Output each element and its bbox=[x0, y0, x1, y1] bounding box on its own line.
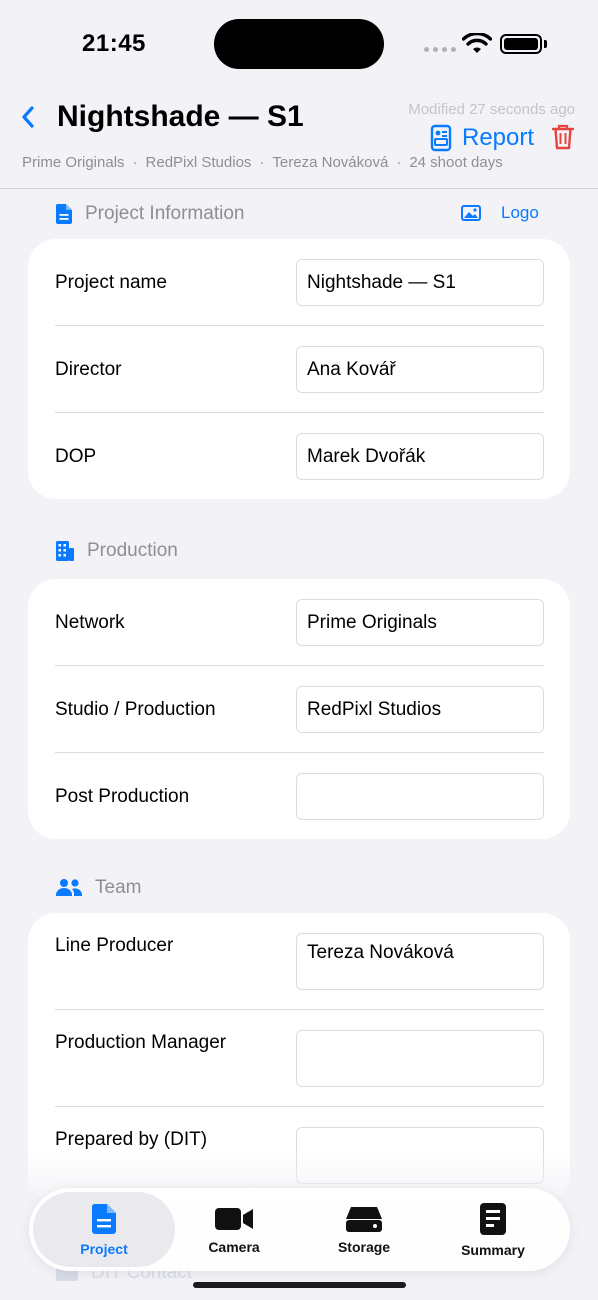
field-label: Prepared by (DIT) bbox=[55, 1129, 208, 1150]
dop-field[interactable] bbox=[296, 433, 544, 480]
field-label: Network bbox=[55, 612, 125, 633]
meta-studio: RedPixl Studios bbox=[145, 154, 252, 171]
form-row-dop: DOP bbox=[55, 433, 544, 480]
field-label: Project name bbox=[55, 272, 167, 293]
tab-summary[interactable]: Summary bbox=[428, 1192, 558, 1267]
tab-label: Summary bbox=[461, 1241, 525, 1258]
meta-shoot-days: 24 shoot days bbox=[409, 154, 503, 171]
summary-icon bbox=[480, 1202, 506, 1235]
video-camera-icon bbox=[215, 1207, 253, 1230]
status-bar: 21:45 bbox=[0, 0, 598, 88]
meta-network: Prime Originals bbox=[22, 154, 125, 171]
tab-project[interactable]: Project bbox=[33, 1192, 175, 1267]
network-field[interactable] bbox=[296, 599, 544, 646]
form-row-studio-production: Studio / Production bbox=[55, 686, 544, 733]
report-button[interactable]: Report bbox=[430, 124, 534, 152]
report-icon bbox=[430, 124, 452, 152]
project-name-field[interactable] bbox=[296, 259, 544, 306]
form-row-director: Director bbox=[55, 346, 544, 393]
form-row-line-producer: Line Producer Tereza Nováková bbox=[55, 933, 544, 990]
document-icon bbox=[55, 204, 72, 224]
row-divider bbox=[55, 1106, 544, 1107]
studio-production-field[interactable] bbox=[296, 686, 544, 733]
row-divider bbox=[55, 1009, 544, 1010]
project-information-card: Project name Director DOP bbox=[28, 239, 570, 499]
field-label: Post Production bbox=[55, 786, 190, 807]
form-row-post-production: Post Production bbox=[55, 773, 544, 820]
meta-line-producer: Tereza Nováková bbox=[272, 154, 389, 171]
logo-button[interactable]: Logo bbox=[461, 203, 539, 223]
photo-icon bbox=[461, 205, 481, 221]
section-header-team: Team bbox=[55, 877, 141, 899]
section-title: Project Information bbox=[85, 203, 245, 224]
tab-bar: Project Camera Storage Summary bbox=[29, 1188, 570, 1271]
row-divider bbox=[55, 412, 544, 413]
production-manager-field[interactable] bbox=[296, 1030, 544, 1087]
row-divider bbox=[55, 752, 544, 753]
field-label: Production Manager bbox=[55, 1032, 227, 1053]
status-time: 21:45 bbox=[82, 30, 146, 57]
form-row-project-name: Project name bbox=[55, 259, 544, 306]
cellular-signal-icon bbox=[424, 47, 456, 52]
field-label: DOP bbox=[55, 446, 97, 467]
page-title: Nightshade — S1 bbox=[57, 100, 304, 133]
report-label: Report bbox=[462, 124, 535, 151]
field-label: Studio / Production bbox=[55, 699, 216, 720]
tab-label: Project bbox=[80, 1240, 128, 1257]
tab-label: Camera bbox=[208, 1238, 260, 1255]
row-divider bbox=[55, 325, 544, 326]
tab-storage[interactable]: Storage bbox=[299, 1192, 429, 1267]
tab-label: Storage bbox=[337, 1238, 391, 1255]
chevron-left-icon bbox=[22, 106, 34, 128]
dynamic-island bbox=[214, 19, 384, 69]
people-icon bbox=[56, 879, 83, 896]
row-divider bbox=[55, 665, 544, 666]
section-title: Production bbox=[87, 540, 178, 561]
field-label: Line Producer bbox=[55, 935, 174, 956]
logo-label: Logo bbox=[501, 203, 539, 222]
trash-icon[interactable] bbox=[552, 124, 574, 150]
line-producer-field[interactable]: Tereza Nováková bbox=[296, 933, 544, 990]
building-icon bbox=[56, 541, 74, 561]
section-header-production: Production bbox=[55, 540, 178, 562]
form-row-network: Network bbox=[55, 599, 544, 646]
project-meta-line: Prime Originals · RedPixl Studios · Tereza N… bbox=[22, 154, 503, 171]
back-button[interactable] bbox=[20, 102, 44, 132]
section-header-project-information: Project Information bbox=[55, 203, 244, 225]
modified-timestamp: Modified 27 seconds ago bbox=[408, 101, 575, 118]
drive-icon bbox=[346, 1206, 382, 1232]
battery-icon bbox=[500, 34, 542, 54]
form-row-production-manager: Production Manager bbox=[55, 1030, 544, 1087]
post-production-field[interactable] bbox=[296, 773, 544, 820]
field-label: Director bbox=[55, 359, 122, 380]
tab-camera[interactable]: Camera bbox=[169, 1192, 299, 1267]
director-field[interactable] bbox=[296, 346, 544, 393]
document-icon bbox=[91, 1203, 116, 1234]
production-card: Network Studio / Production Post Product… bbox=[28, 579, 570, 839]
section-title: Team bbox=[95, 877, 142, 898]
home-indicator bbox=[193, 1282, 406, 1288]
wifi-icon bbox=[462, 33, 492, 53]
navigation-header: Nightshade — S1 Modified 27 seconds ago … bbox=[0, 88, 598, 189]
